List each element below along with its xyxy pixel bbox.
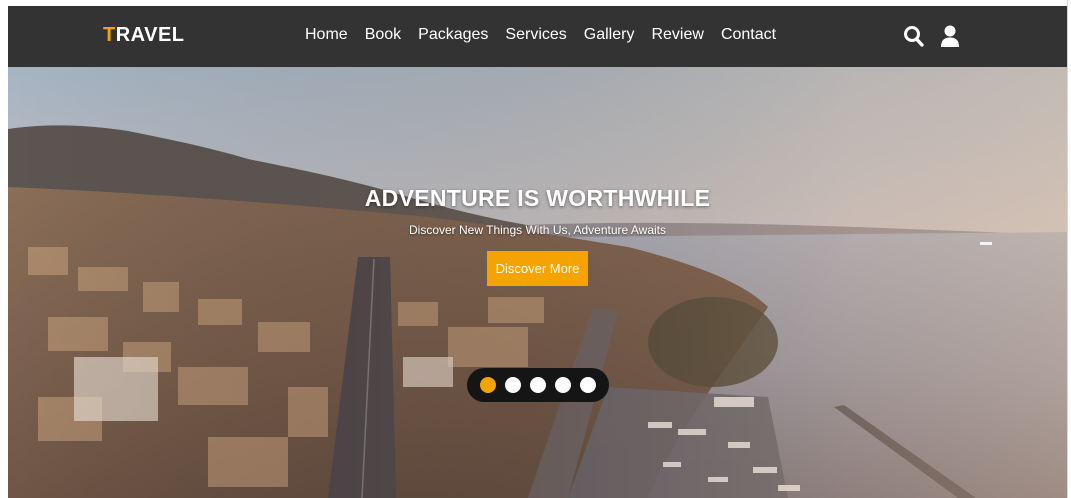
slider-pagination xyxy=(467,368,609,402)
search-icon[interactable] xyxy=(903,24,925,48)
nav-link-packages[interactable]: Packages xyxy=(418,26,488,44)
logo-text: RAVEL xyxy=(115,24,185,46)
hero-slider: ADVENTURE IS WORTHWHILE Discover New Thi… xyxy=(8,67,1067,498)
user-icon[interactable] xyxy=(939,24,961,48)
slide-dot-3[interactable] xyxy=(530,377,546,393)
logo-accent-letter: T xyxy=(103,24,116,46)
slide-dot-1-active[interactable] xyxy=(480,377,496,393)
hero-subtitle: Discover New Things With Us, Adventure A… xyxy=(409,223,666,237)
nav-link-gallery[interactable]: Gallery xyxy=(584,26,635,44)
discover-more-button[interactable]: Discover More xyxy=(487,251,588,286)
slide-dot-5[interactable] xyxy=(580,377,596,393)
nav-link-services[interactable]: Services xyxy=(505,26,566,44)
slide-dot-2[interactable] xyxy=(505,377,521,393)
hero-title: ADVENTURE IS WORTHWHILE xyxy=(364,185,711,211)
nav-menu: Home Book Packages Services Gallery Revi… xyxy=(305,26,793,44)
logo[interactable]: TRAVEL xyxy=(103,24,185,47)
nav-link-contact[interactable]: Contact xyxy=(721,26,776,44)
navbar: TRAVEL Home Book Packages Services Galle… xyxy=(8,6,1067,67)
left-frame xyxy=(0,0,8,498)
nav-icons xyxy=(903,24,961,48)
nav-link-home[interactable]: Home xyxy=(305,26,348,44)
slide-dot-4[interactable] xyxy=(555,377,571,393)
nav-link-book[interactable]: Book xyxy=(365,26,401,44)
nav-link-review[interactable]: Review xyxy=(651,26,703,44)
scrollbar-track[interactable] xyxy=(1067,0,1071,498)
